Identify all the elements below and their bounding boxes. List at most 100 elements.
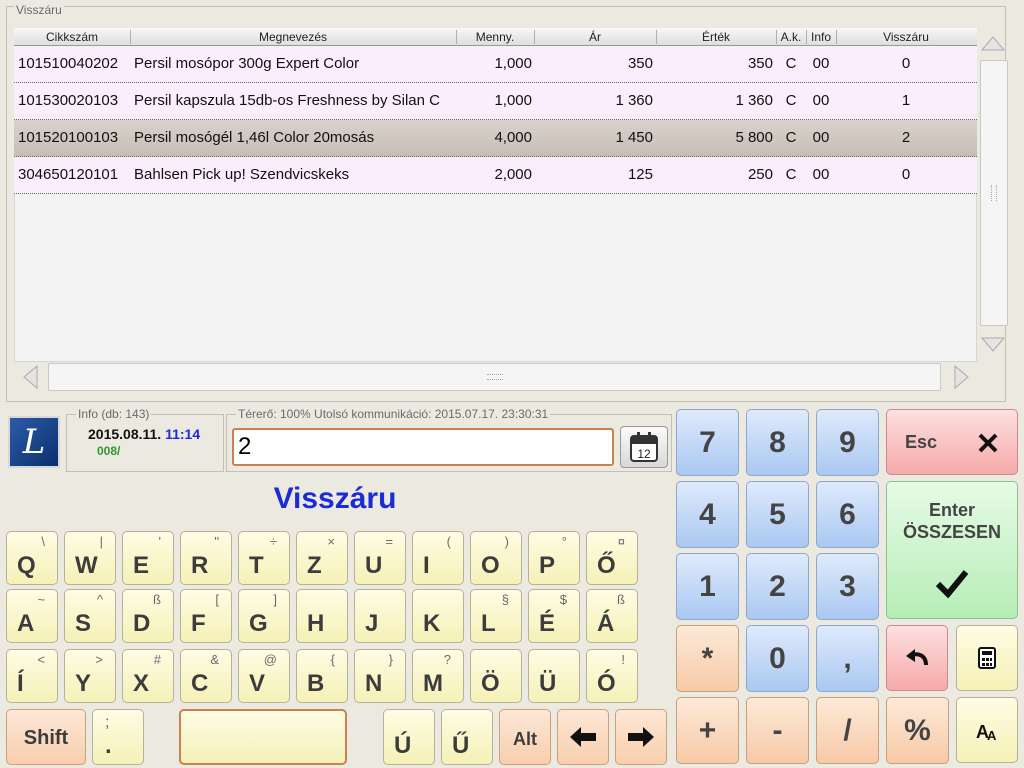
- table-row[interactable]: 101510040202 Persil mosópor 300g Expert C…: [14, 46, 977, 83]
- cell-name: Persil mosópor 300g Expert Color: [134, 55, 360, 72]
- calendar-day: 12: [637, 447, 651, 461]
- enter-total-button[interactable]: Enter ÖSSZESEN: [886, 481, 1018, 619]
- key-row3-10[interactable]: Ó!: [586, 649, 638, 703]
- table-row[interactable]: 101530020103 Persil kapszula 15db-os Fres…: [14, 83, 977, 120]
- key-row1-10[interactable]: Ő ¤: [586, 531, 638, 585]
- key-row3-6[interactable]: N}: [354, 649, 406, 703]
- key-row1-2[interactable]: E ': [122, 531, 174, 585]
- key-row1-7[interactable]: I(: [412, 531, 464, 585]
- esc-button[interactable]: Esc: [886, 409, 1018, 475]
- key-row3-9[interactable]: Ü: [528, 649, 580, 703]
- numpad-key-6[interactable]: 1: [676, 553, 739, 620]
- numpad-key-9[interactable]: *: [676, 625, 739, 692]
- svg-text:A: A: [987, 728, 997, 742]
- shift-key[interactable]: Shift: [6, 709, 86, 765]
- key-row3-8[interactable]: Ö: [470, 649, 522, 703]
- key-row3-0[interactable]: Í <: [6, 649, 58, 703]
- info-box: [66, 414, 224, 472]
- total-label: ÖSSZESEN: [902, 522, 1002, 542]
- header-ar[interactable]: Ár: [534, 28, 656, 46]
- key-row2-0[interactable]: A ~: [6, 589, 58, 643]
- key-row2-4[interactable]: G]: [238, 589, 290, 643]
- space-key[interactable]: [179, 709, 347, 765]
- table-row[interactable]: 101520100103 Persil mosógél 1,46l Color 2…: [14, 120, 977, 157]
- main-input[interactable]: 2: [232, 428, 614, 466]
- semicolon-key[interactable]: ; .: [92, 709, 144, 765]
- key-row1-4[interactable]: T ÷: [238, 531, 290, 585]
- cell-code: 101510040202: [18, 55, 119, 72]
- header-cikkszam[interactable]: Cikkszám: [14, 28, 130, 46]
- key-row1-6[interactable]: U =: [354, 531, 406, 585]
- key-row3-1[interactable]: Y >: [64, 649, 116, 703]
- horizontal-scrollbar[interactable]: [14, 362, 977, 392]
- font-size-button[interactable]: AA: [956, 697, 1018, 763]
- arrow-right-icon: [628, 727, 654, 747]
- numpad-key-1[interactable]: 8: [746, 409, 809, 476]
- numpad-key-13[interactable]: -: [746, 697, 809, 764]
- horizontal-scroll-thumb[interactable]: [48, 363, 941, 391]
- numpad-key-0[interactable]: 7: [676, 409, 739, 476]
- scroll-right-icon[interactable]: [948, 362, 976, 392]
- header-ertek[interactable]: Érték: [656, 28, 776, 46]
- key-row2-3[interactable]: F[: [180, 589, 232, 643]
- scroll-up-icon[interactable]: [979, 28, 1007, 58]
- key-row1-3[interactable]: R ": [180, 531, 232, 585]
- key-row3-5[interactable]: B{: [296, 649, 348, 703]
- cell-name: Persil kapszula 15db-os Freshness by Sil…: [134, 92, 440, 109]
- key-u-double-acute[interactable]: Ű: [441, 709, 493, 765]
- alt-key[interactable]: Alt: [499, 709, 551, 765]
- cell-ak: C: [785, 129, 797, 146]
- key-row3-3[interactable]: C &: [180, 649, 232, 703]
- numpad-key-5[interactable]: 6: [816, 481, 879, 548]
- arrow-right-key[interactable]: [615, 709, 667, 765]
- numpad-key-11[interactable]: ,: [816, 625, 879, 692]
- table-header: Cikkszám Megnevezés Menny. Ár Érték A.k.…: [14, 28, 977, 46]
- numpad-key-4[interactable]: 5: [746, 481, 809, 548]
- key-row3-4[interactable]: V @: [238, 649, 290, 703]
- key-row1-0[interactable]: Q \: [6, 531, 58, 585]
- cell-name: Bahlsen Pick up! Szendvicskeks: [134, 166, 350, 183]
- key-row2-5[interactable]: H: [296, 589, 348, 643]
- header-megnevezes[interactable]: Megnevezés: [130, 28, 456, 46]
- cell-qty: 1,000: [494, 92, 532, 109]
- header-info[interactable]: Info: [806, 28, 836, 46]
- numpad-key-7[interactable]: 2: [746, 553, 809, 620]
- key-row1-1[interactable]: W |: [64, 531, 116, 585]
- numpad-key-2[interactable]: 9: [816, 409, 879, 476]
- key-row2-1[interactable]: S ^: [64, 589, 116, 643]
- key-u-acute[interactable]: Ú: [383, 709, 435, 765]
- groupbox-title: Visszáru: [14, 3, 64, 17]
- cell-ret: 1: [901, 92, 911, 109]
- key-row3-7[interactable]: M?: [412, 649, 464, 703]
- numpad-key-15[interactable]: %: [886, 697, 949, 764]
- calendar-button[interactable]: 12: [620, 426, 668, 468]
- key-row2-8[interactable]: L §: [470, 589, 522, 643]
- key-row1-8[interactable]: O): [470, 531, 522, 585]
- numpad-key-12[interactable]: +: [676, 697, 739, 764]
- arrow-left-key[interactable]: [557, 709, 609, 765]
- key-row2-10[interactable]: Áß: [586, 589, 638, 643]
- calculator-button[interactable]: [956, 625, 1018, 691]
- cell-ret: 0: [901, 166, 911, 183]
- numpad-key-3[interactable]: 4: [676, 481, 739, 548]
- header-ak[interactable]: A.k.: [776, 28, 806, 46]
- numpad-key-8[interactable]: 3: [816, 553, 879, 620]
- header-visszaru[interactable]: Visszáru: [836, 28, 976, 46]
- key-row3-2[interactable]: X #: [122, 649, 174, 703]
- undo-button[interactable]: [886, 625, 948, 691]
- scroll-left-icon[interactable]: [16, 362, 44, 392]
- header-menny[interactable]: Menny.: [456, 28, 534, 46]
- vertical-scrollbar[interactable]: [978, 28, 1008, 362]
- scroll-down-icon[interactable]: [979, 330, 1007, 360]
- key-row1-5[interactable]: Z ×: [296, 531, 348, 585]
- cell-info: 00: [812, 92, 830, 109]
- table-row[interactable]: 304650120101 Bahlsen Pick up! Szendvicske…: [14, 157, 977, 194]
- key-row2-2[interactable]: Dß: [122, 589, 174, 643]
- key-row2-7[interactable]: K: [412, 589, 464, 643]
- key-row2-6[interactable]: J: [354, 589, 406, 643]
- key-row2-9[interactable]: É $: [528, 589, 580, 643]
- vertical-scroll-thumb[interactable]: [980, 60, 1008, 326]
- numpad-key-10[interactable]: 0: [746, 625, 809, 692]
- numpad-key-14[interactable]: /: [816, 697, 879, 764]
- key-row1-9[interactable]: P °: [528, 531, 580, 585]
